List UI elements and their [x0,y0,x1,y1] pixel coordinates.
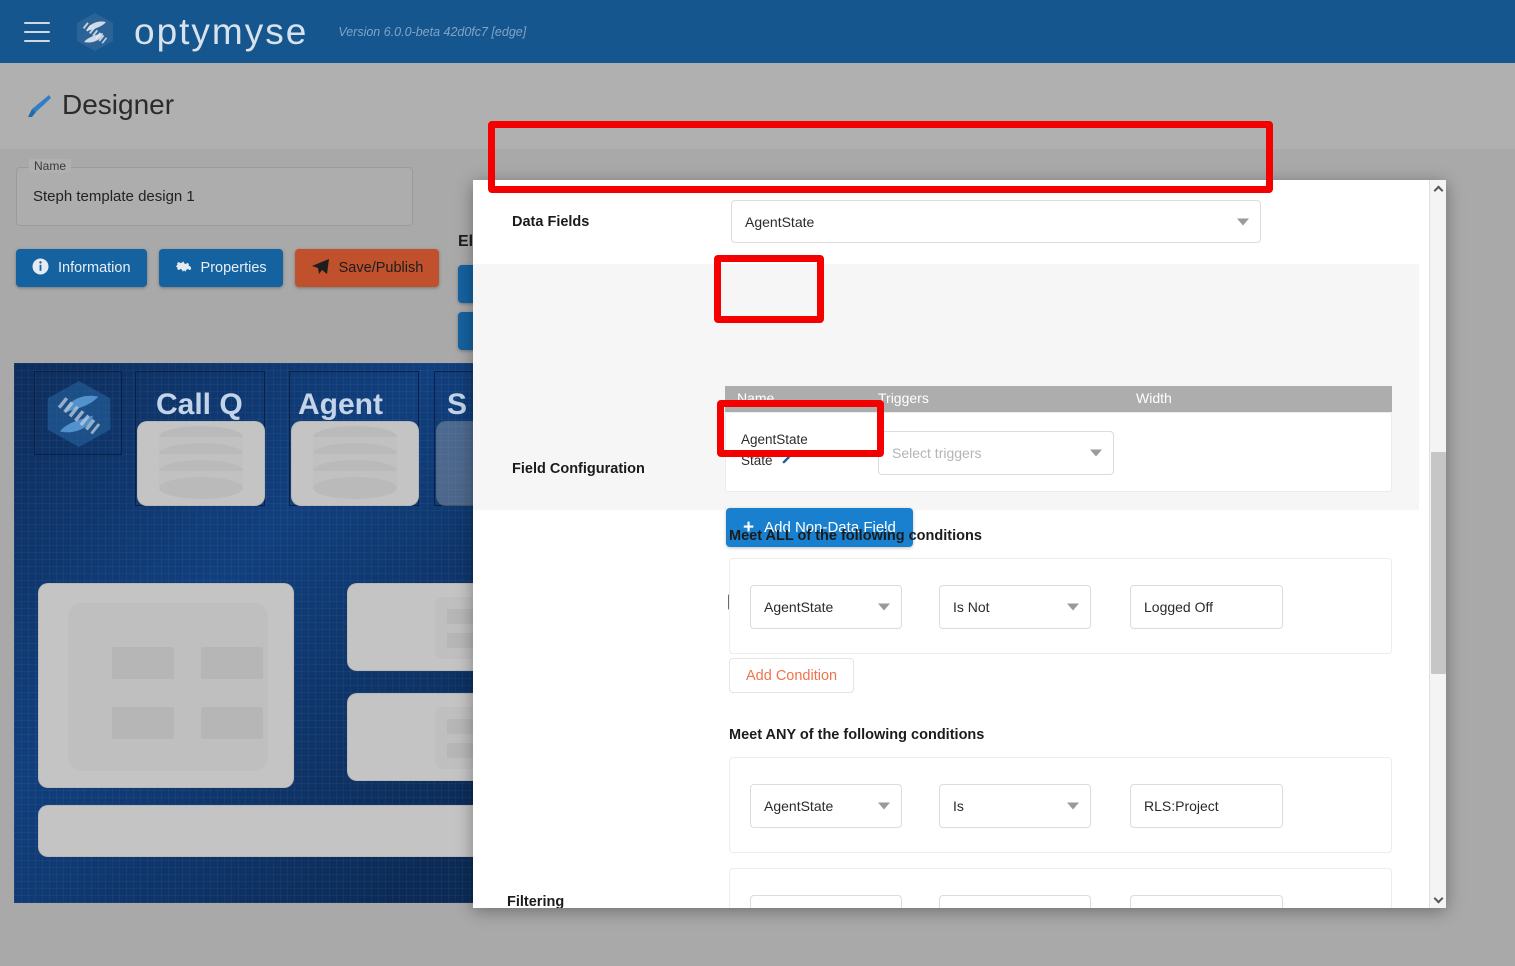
column-header-triggers: Triggers [878,390,929,406]
condition-operator-value: Is [940,798,964,814]
gear-icon [175,258,192,279]
pencil-icon[interactable] [781,450,793,471]
conditions-any-title: Meet ANY of the following conditions [729,727,984,743]
condition-row-all-1: AgentState Is Not Logged Off [729,558,1392,654]
chevron-down-icon [1090,450,1102,457]
canvas-logo-tile[interactable] [34,371,122,455]
data-fields-row: Data Fields AgentState [473,180,1419,264]
condition-field-value: AgentState [751,798,833,814]
properties-button-label: Properties [201,260,267,276]
version-label: Version 6.0.0-beta 42d0fc7 [edge] [338,25,526,39]
field-name-cell[interactable]: AgentState State [741,429,808,471]
scroll-down-button[interactable] [1430,891,1446,908]
data-fields-select[interactable]: AgentState [731,200,1261,243]
condition-operator-select[interactable]: Is [939,784,1091,828]
db-stack-placeholder [291,421,419,506]
field-configuration-modal: Data Fields AgentState Field Configurati… [473,180,1446,908]
brand-name: optymyse [134,11,308,53]
triggers-placeholder: Select triggers [879,445,981,461]
table-row: AgentState State Select triggers [725,412,1392,492]
column-header-name: Name [737,390,774,406]
condition-field-value: AgentState [751,599,833,615]
page-title: Designer [62,89,174,121]
field-subname-value: State [741,453,773,468]
chevron-down-icon [1434,893,1444,903]
field-configuration-label: Field Configuration [512,461,645,477]
info-icon [32,258,49,279]
information-button-label: Information [58,260,131,276]
canvas-tile-title: Call Q [156,388,243,422]
field-configuration-section: Field Configuration Name Triggers Width … [473,264,1419,510]
save-publish-button[interactable]: Save/Publish [295,249,440,287]
chevron-down-icon [1067,803,1079,810]
information-button[interactable]: Information [16,249,147,287]
condition-row-any-2: AgentState Is RLS:Break [729,868,1392,908]
chevron-up-icon [1434,185,1444,195]
app-header: optymyse Version 6.0.0-beta 42d0fc7 [edg… [0,0,1515,63]
column-header-width: Width [1136,390,1172,406]
template-name-field[interactable]: Name Steph template design 1 [16,167,413,226]
paper-plane-icon [311,258,330,279]
condition-field-select[interactable]: AgentState [750,784,902,828]
chevron-down-icon [1237,218,1249,225]
canvas-tile-agentav[interactable]: Agent Av [289,371,419,506]
conditions-all-title: Meet ALL of the following conditions [729,528,982,544]
field-name-value: AgentState [741,429,808,450]
condition-value-text: RLS:Project [1131,798,1219,814]
condition-operator-select[interactable]: Is [939,895,1091,908]
template-name-value: Steph template design 1 [33,188,195,205]
paintbrush-icon [24,92,54,122]
triggers-select[interactable]: Select triggers [878,431,1114,475]
add-condition-label: Add Condition [746,668,837,684]
save-publish-button-label: Save/Publish [339,260,424,276]
page-body: Designer Name Steph template design 1 In… [0,63,1515,966]
canvas-tile-title: S [447,388,467,422]
condition-field-select[interactable]: AgentState [750,895,902,908]
condition-value-text: Logged Off [1131,599,1213,615]
hamburger-icon[interactable] [24,22,50,42]
scroll-up-button[interactable] [1430,180,1446,197]
data-fields-label: Data Fields [512,214,589,230]
condition-value-input[interactable]: RLS:Break [1130,895,1283,908]
page-header: Designer [0,63,1515,149]
chevron-down-icon [878,803,890,810]
condition-row-any-1: AgentState Is RLS:Project [729,757,1392,853]
properties-button[interactable]: Properties [159,249,283,287]
scrollbar-thumb[interactable] [1431,452,1446,674]
condition-field-select[interactable]: AgentState [750,585,902,629]
field-table-header: Name Triggers Width [725,386,1392,412]
modal-scroll-content: Data Fields AgentState Field Configurati… [473,180,1419,908]
condition-operator-select[interactable]: Is Not [939,585,1091,629]
template-name-label: Name [29,159,71,173]
condition-value-input[interactable]: Logged Off [1130,585,1283,629]
filtering-label: Filtering [507,894,564,908]
modal-scrollbar[interactable] [1429,180,1446,908]
chevron-down-icon [878,604,890,611]
optymyse-logo-icon [72,11,118,53]
canvas-tile-callq[interactable]: Call Q [135,371,265,506]
data-fields-value: AgentState [732,214,814,230]
widget-placeholder-grid[interactable] [38,583,294,788]
page-action-buttons: Information Properties Save/Publish [16,249,439,287]
db-stack-placeholder [137,421,265,506]
condition-value-input[interactable]: RLS:Project [1130,784,1283,828]
add-condition-button[interactable]: Add Condition [729,658,854,693]
chevron-down-icon [1067,604,1079,611]
condition-operator-value: Is Not [940,599,990,615]
